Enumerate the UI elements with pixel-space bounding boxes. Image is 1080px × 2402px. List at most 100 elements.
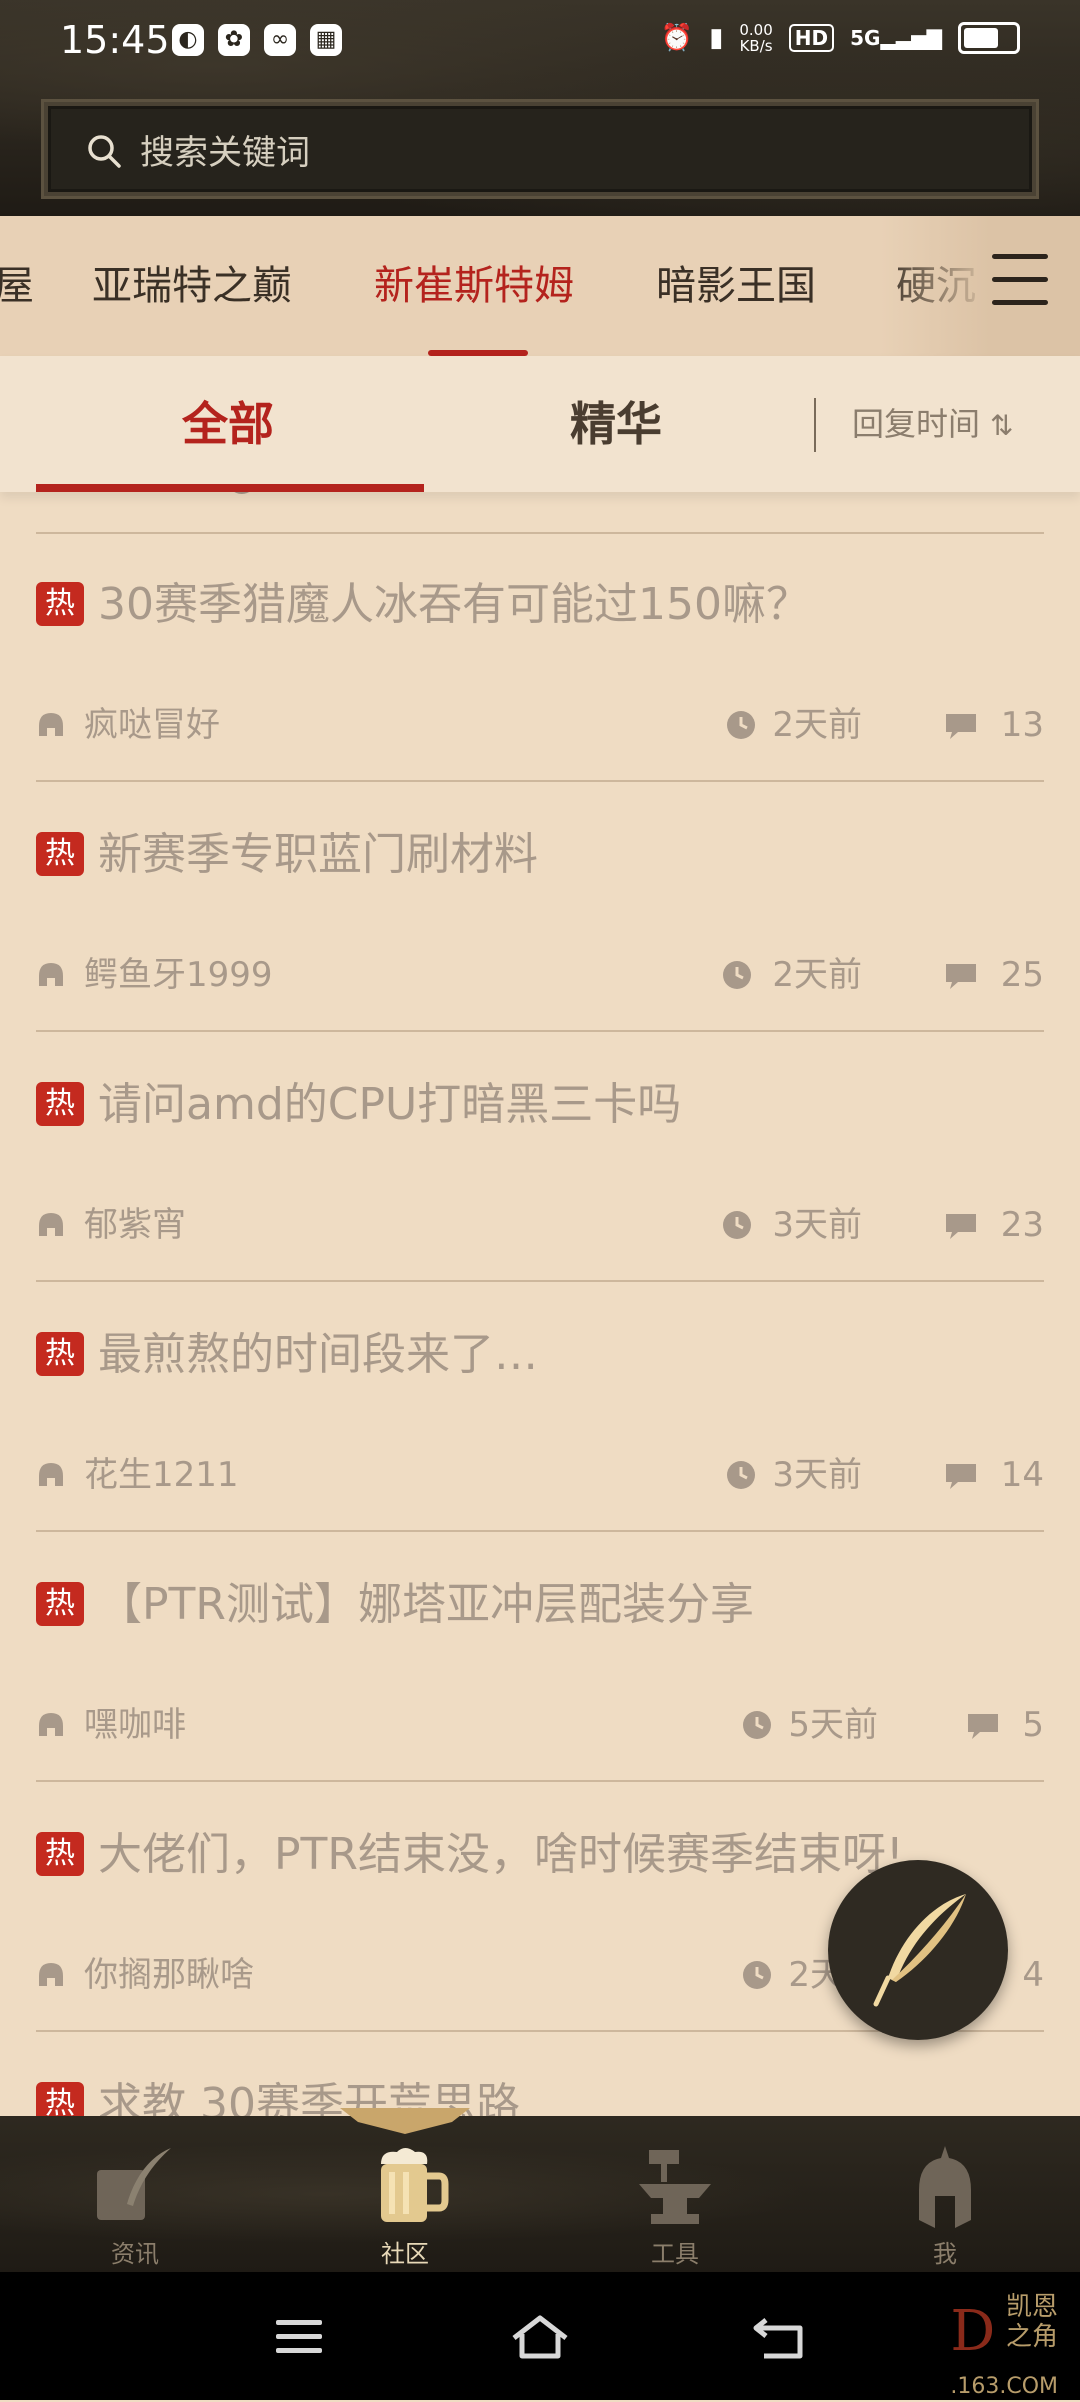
comment-icon bbox=[946, 1214, 976, 1239]
tab-divider bbox=[814, 398, 816, 452]
clock-icon bbox=[743, 1711, 771, 1739]
post-author: 嘿咖啡 bbox=[84, 1705, 186, 1745]
list-item[interactable]: 热 【PTR测试】娜塔亚冲层配装分享 嘿咖啡 5天前 5 bbox=[36, 1532, 1044, 1782]
channel-tab-new-tristram[interactable]: 新崔斯特姆 bbox=[374, 216, 574, 356]
system-nav-bar: D 凯恩之角 .163.COM bbox=[0, 2272, 1080, 2400]
hot-badge: 热 bbox=[36, 1582, 84, 1626]
tab-all[interactable]: 全部 bbox=[182, 356, 274, 492]
status-time: 15:45 bbox=[60, 18, 170, 62]
hot-badge: 热 bbox=[36, 1332, 84, 1376]
helmet-icon bbox=[39, 1463, 63, 1486]
list-item[interactable]: 热 求教 30赛季开荒思路 bbox=[36, 2032, 1044, 2116]
post-author: 郁紫宵 bbox=[84, 1205, 186, 1245]
post-title: 请问amd的CPU打暗黑三卡吗 bbox=[98, 1079, 682, 1130]
clock-icon bbox=[723, 961, 751, 989]
nav-label: 我 bbox=[933, 2240, 957, 2268]
tab-featured[interactable]: 精华 bbox=[570, 356, 662, 492]
channel-fade bbox=[880, 216, 1080, 356]
clock-icon bbox=[723, 1211, 751, 1239]
post-comments: 14 bbox=[1000, 1455, 1044, 1495]
list-item[interactable]: 热 新赛季专职蓝门刷材料 鳄鱼牙1999 2天前 25 bbox=[36, 782, 1044, 1032]
hot-badge: 热 bbox=[36, 1082, 84, 1126]
hot-badge: 热 bbox=[36, 2082, 84, 2116]
nav-label: 资讯 bbox=[111, 2240, 159, 2268]
nav-tab-tools[interactable]: 工具 bbox=[540, 2116, 810, 2272]
app-notification-icon: ◐ bbox=[172, 24, 204, 56]
list-item[interactable]: lmnhero@126.com 2023/12/10 32 bbox=[36, 492, 1044, 534]
search-placeholder: 搜索关键词 bbox=[140, 132, 310, 173]
menu-icon[interactable] bbox=[270, 2312, 330, 2362]
tab-active-indicator bbox=[36, 484, 424, 492]
home-icon[interactable] bbox=[510, 2312, 570, 2362]
post-title: 【PTR测试】娜塔亚冲层配装分享 bbox=[98, 1579, 754, 1630]
channel-tabs: 屋 亚瑞特之巅 新崔斯特姆 暗影王国 硬沉 bbox=[0, 216, 1080, 356]
post-comments: 25 bbox=[1000, 955, 1044, 995]
post-comments: 13 bbox=[1000, 705, 1044, 745]
post-time: 2天前 bbox=[772, 955, 862, 995]
post-comments: 5 bbox=[1022, 1705, 1044, 1745]
anvil-icon bbox=[639, 2150, 711, 2224]
nav-label: 工具 bbox=[651, 2240, 699, 2268]
post-time: 2天前 bbox=[772, 705, 862, 745]
network-speed: 0.00 KB/s bbox=[739, 21, 773, 55]
helmet-icon bbox=[39, 963, 63, 986]
helmet-icon bbox=[919, 2146, 971, 2228]
post-title: 新赛季专职蓝门刷材料 bbox=[98, 829, 538, 880]
helmet-icon bbox=[39, 1963, 63, 1986]
notification-icons: ◐ ✿ ∞ ▦ bbox=[172, 24, 342, 56]
post-author: 花生1211 bbox=[84, 1455, 239, 1495]
post-meta: 花生1211 3天前 14 bbox=[36, 1452, 1044, 1498]
post-meta: 疯哒冒好 2天前 13 bbox=[36, 702, 1044, 748]
post-meta: 鳄鱼牙1999 2天前 25 bbox=[36, 952, 1044, 998]
battery-icon bbox=[958, 22, 1020, 54]
post-author: lmnhero@126.com bbox=[84, 492, 407, 500]
beer-mug-icon bbox=[381, 2148, 449, 2222]
watermark-logo: D 凯恩之角 .163.COM bbox=[950, 2292, 1058, 2399]
post-time: 3天前 bbox=[772, 1205, 862, 1245]
gift-notification-icon: ▦ bbox=[310, 24, 342, 56]
back-icon[interactable] bbox=[750, 2312, 810, 2362]
channel-tab-shadow-realm[interactable]: 暗影王国 bbox=[656, 216, 816, 356]
nav-tab-news[interactable]: 资讯 bbox=[0, 2116, 270, 2272]
list-item[interactable]: 热 请问amd的CPU打暗黑三卡吗 郁紫宵 3天前 23 bbox=[36, 1032, 1044, 1282]
helmet-icon bbox=[39, 1213, 63, 1236]
post-author: 鳄鱼牙1999 bbox=[84, 955, 273, 995]
post-comments: 4 bbox=[1022, 1955, 1044, 1995]
comment-icon bbox=[968, 1714, 998, 1739]
post-title: 最煎熬的时间段来了… bbox=[98, 1329, 538, 1380]
quill-icon bbox=[873, 1894, 966, 2007]
post-author: 你搁那瞅啥 bbox=[84, 1955, 254, 1995]
nav-tab-community[interactable]: 社区 bbox=[270, 2116, 540, 2272]
post-time: 5天前 bbox=[788, 1705, 878, 1745]
menu-icon[interactable] bbox=[992, 254, 1048, 314]
channel-tab-partial[interactable]: 屋 bbox=[0, 216, 34, 356]
hot-badge: 热 bbox=[36, 1832, 84, 1876]
helmet-icon bbox=[39, 1713, 63, 1736]
hd-badge: HD bbox=[788, 24, 835, 52]
post-meta: 嘿咖啡 5天前 5 bbox=[36, 1702, 1044, 1748]
post-time: 3天前 bbox=[772, 1455, 862, 1495]
comment-icon bbox=[946, 714, 976, 739]
filter-tabs: 全部 精华 回复时间 ⇅ bbox=[0, 356, 1080, 492]
list-item[interactable]: 热 30赛季猎魔人冰吞有可能过150嘛？ 疯哒冒好 2天前 13 bbox=[36, 532, 1044, 782]
status-bar: 15:45 ◐ ✿ ∞ ▦ ⏰ ▮ 0.00 KB/s HD 5G▂▃▅▇ bbox=[0, 0, 1080, 84]
helmet-icon bbox=[39, 713, 63, 736]
hot-badge: 热 bbox=[36, 832, 84, 876]
comment-icon bbox=[946, 964, 976, 989]
sort-button[interactable]: 回复时间 ⇅ bbox=[852, 356, 1013, 494]
comment-icon bbox=[946, 1464, 976, 1489]
clock-icon bbox=[727, 1461, 755, 1489]
post-author: 疯哒冒好 bbox=[84, 705, 220, 745]
list-item[interactable]: 热 最煎熬的时间段来了… 花生1211 3天前 14 bbox=[36, 1282, 1044, 1532]
quill-icon bbox=[97, 2148, 171, 2220]
hot-badge: 热 bbox=[36, 582, 84, 626]
search-input[interactable]: 搜索关键词 bbox=[44, 102, 1036, 196]
clock-icon bbox=[743, 1961, 771, 1989]
nav-tab-me[interactable]: 我 bbox=[810, 2116, 1080, 2272]
search-icon bbox=[86, 133, 121, 168]
compose-post-button[interactable] bbox=[828, 1860, 1008, 2040]
alarm-icon: ⏰ bbox=[660, 23, 694, 53]
post-title: 大佬们，PTR结束没，啥时候赛季结束呀! bbox=[98, 1829, 904, 1880]
channel-tab-arreat[interactable]: 亚瑞特之巅 bbox=[92, 216, 292, 356]
sort-label: 回复时间 bbox=[852, 405, 981, 443]
